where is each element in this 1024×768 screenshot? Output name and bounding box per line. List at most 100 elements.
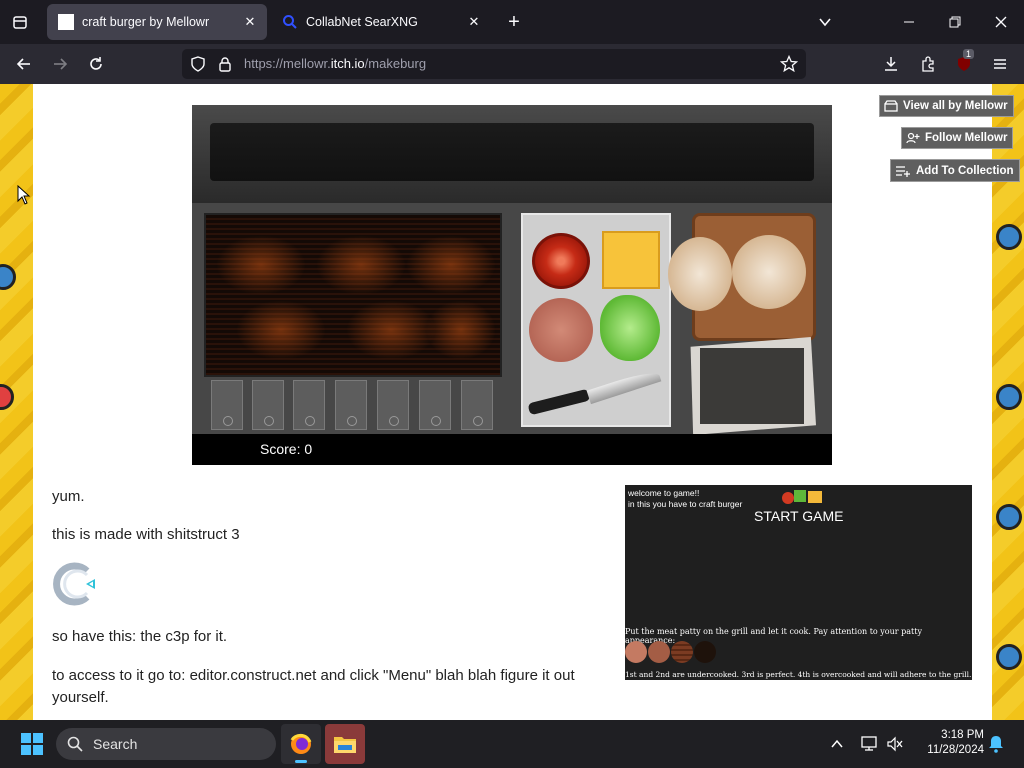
lettuce-leaf[interactable] — [600, 295, 660, 361]
url-text[interactable]: https://mellowr.itch.io/makeburg — [244, 56, 426, 71]
page-favicon-icon — [58, 14, 74, 30]
close-window-button[interactable] — [987, 8, 1015, 36]
follow-label: Follow Mellowr — [925, 132, 1008, 144]
page-viewport: Score: 0 View all by Mellowr Follow Mell… — [0, 84, 1024, 720]
score-bar: Score: 0 — [192, 434, 832, 465]
game-page-content: Score: 0 View all by Mellowr Follow Mell… — [33, 84, 1020, 720]
description-paragraph: yum. — [52, 488, 85, 505]
lock-icon[interactable] — [218, 56, 232, 72]
close-icon — [995, 16, 1007, 28]
grill-knob[interactable] — [293, 380, 325, 430]
volume-muted-icon[interactable] — [886, 736, 904, 752]
url-path: /makeburg — [364, 56, 427, 71]
downloads-button[interactable] — [877, 50, 905, 78]
score-label: Score: 0 — [260, 441, 313, 457]
puzzle-icon — [922, 56, 934, 72]
store-icon — [884, 100, 898, 112]
view-all-label: View all by Mellowr — [903, 100, 1008, 112]
tab-craft-burger[interactable]: craft burger by Mellowr ✕ — [47, 4, 267, 40]
restore-button[interactable] — [941, 8, 969, 36]
grill[interactable] — [204, 213, 502, 377]
notification-bell-icon[interactable] — [988, 735, 1004, 753]
game-screenshot[interactable]: welcome to game!! in this you have to cr… — [625, 485, 972, 680]
bookmark-star-icon[interactable] — [780, 55, 798, 73]
screenshot-welcome-text: welcome to game!! — [628, 488, 700, 498]
minimize-button[interactable] — [895, 8, 923, 36]
url-prefix: https://mellowr. — [244, 56, 331, 71]
grill-knob[interactable] — [419, 380, 451, 430]
search-label: Search — [93, 736, 138, 752]
ublock-extension-button[interactable]: 1 — [950, 49, 978, 78]
network-icon[interactable] — [861, 736, 879, 752]
grill-knob[interactable] — [461, 380, 493, 430]
taskbar-search[interactable]: Search — [56, 728, 276, 760]
download-icon — [885, 57, 897, 71]
url-domain: itch.io — [330, 56, 365, 71]
close-tab-icon[interactable]: ✕ — [465, 13, 483, 31]
plus-icon: + — [508, 10, 520, 33]
screenshot-intro: welcome to game!! in this you have to cr… — [628, 488, 742, 510]
mouse-cursor-icon — [17, 185, 31, 205]
tab-title: craft burger by Mellowr — [82, 15, 210, 29]
reload-button[interactable] — [82, 50, 110, 78]
clock-date: 11/28/2024 — [927, 744, 984, 756]
tomato-slice[interactable] — [532, 233, 590, 289]
construct-logo-icon — [53, 562, 95, 606]
firefox-view-icon — [13, 16, 27, 29]
description-paragraph: to access to it go to: editor.construct.… — [52, 667, 575, 706]
grill-knob[interactable] — [377, 380, 409, 430]
hamburger-menu-icon — [994, 59, 1006, 69]
reload-icon — [90, 57, 102, 70]
bun-top[interactable] — [732, 235, 806, 309]
minimize-icon — [904, 21, 914, 23]
windows-taskbar: Search 3:18 PM 11/28/2024 — [0, 720, 1024, 768]
grill-knob[interactable] — [335, 380, 367, 430]
restore-icon — [949, 16, 961, 28]
patty-stage-2 — [648, 641, 670, 663]
search-favicon-icon — [283, 15, 297, 29]
extension-badge: 1 — [963, 49, 975, 59]
tab-title: CollabNet SearXNG — [306, 15, 418, 29]
firefox-view-button[interactable] — [6, 8, 34, 36]
bun-bottom[interactable] — [668, 237, 732, 311]
cheese-slice[interactable] — [602, 231, 660, 289]
patty-stage-1 — [625, 641, 647, 663]
add-to-list-icon — [896, 165, 910, 177]
chevron-down-icon — [819, 18, 831, 27]
range-hood — [192, 105, 832, 203]
grill-knob[interactable] — [252, 380, 284, 430]
tracking-shield-icon[interactable] — [190, 56, 206, 72]
arrow-left-icon — [16, 58, 30, 70]
background-decoration-left — [0, 84, 34, 720]
meat-patty[interactable] — [529, 298, 593, 362]
add-user-icon — [906, 132, 920, 144]
game-canvas[interactable]: Score: 0 — [192, 105, 832, 465]
system-clock[interactable]: 3:18 PM 11/28/2024 — [927, 728, 984, 758]
back-button[interactable] — [10, 50, 38, 78]
windows-start-icon[interactable] — [20, 732, 44, 756]
taskbar-file-explorer[interactable] — [325, 724, 365, 764]
url-bar[interactable]: https://mellowr.itch.io/makeburg — [182, 49, 806, 79]
serving-tray-inner[interactable] — [700, 348, 804, 424]
follow-button[interactable]: Follow Mellowr — [901, 127, 1014, 149]
grill-knob[interactable] — [211, 380, 243, 430]
view-all-button[interactable]: View all by Mellowr — [879, 95, 1014, 117]
list-tabs-button[interactable] — [811, 8, 839, 36]
taskbar-firefox[interactable] — [281, 724, 321, 764]
forward-button[interactable] — [46, 50, 74, 78]
start-game-text: START GAME — [754, 508, 844, 524]
folder-icon — [334, 737, 356, 753]
tab-strip: craft burger by Mellowr ✕ CollabNet Sear… — [0, 0, 1024, 44]
add-to-collection-button[interactable]: Add To Collection — [890, 159, 1020, 182]
clock-time: 3:18 PM — [941, 729, 984, 741]
chevron-up-icon[interactable] — [830, 738, 844, 750]
burger-ingredients-icon — [782, 490, 826, 504]
tab-searxng[interactable]: CollabNet SearXNG ✕ — [271, 4, 491, 40]
app-menu-button[interactable] — [986, 50, 1014, 78]
extensions-button[interactable] — [914, 50, 942, 78]
patty-stage-3 — [671, 641, 693, 663]
patty-stage-4 — [694, 641, 716, 663]
close-tab-icon[interactable]: ✕ — [241, 13, 259, 31]
arrow-right-icon — [54, 58, 68, 70]
new-tab-button[interactable]: + — [500, 8, 528, 36]
